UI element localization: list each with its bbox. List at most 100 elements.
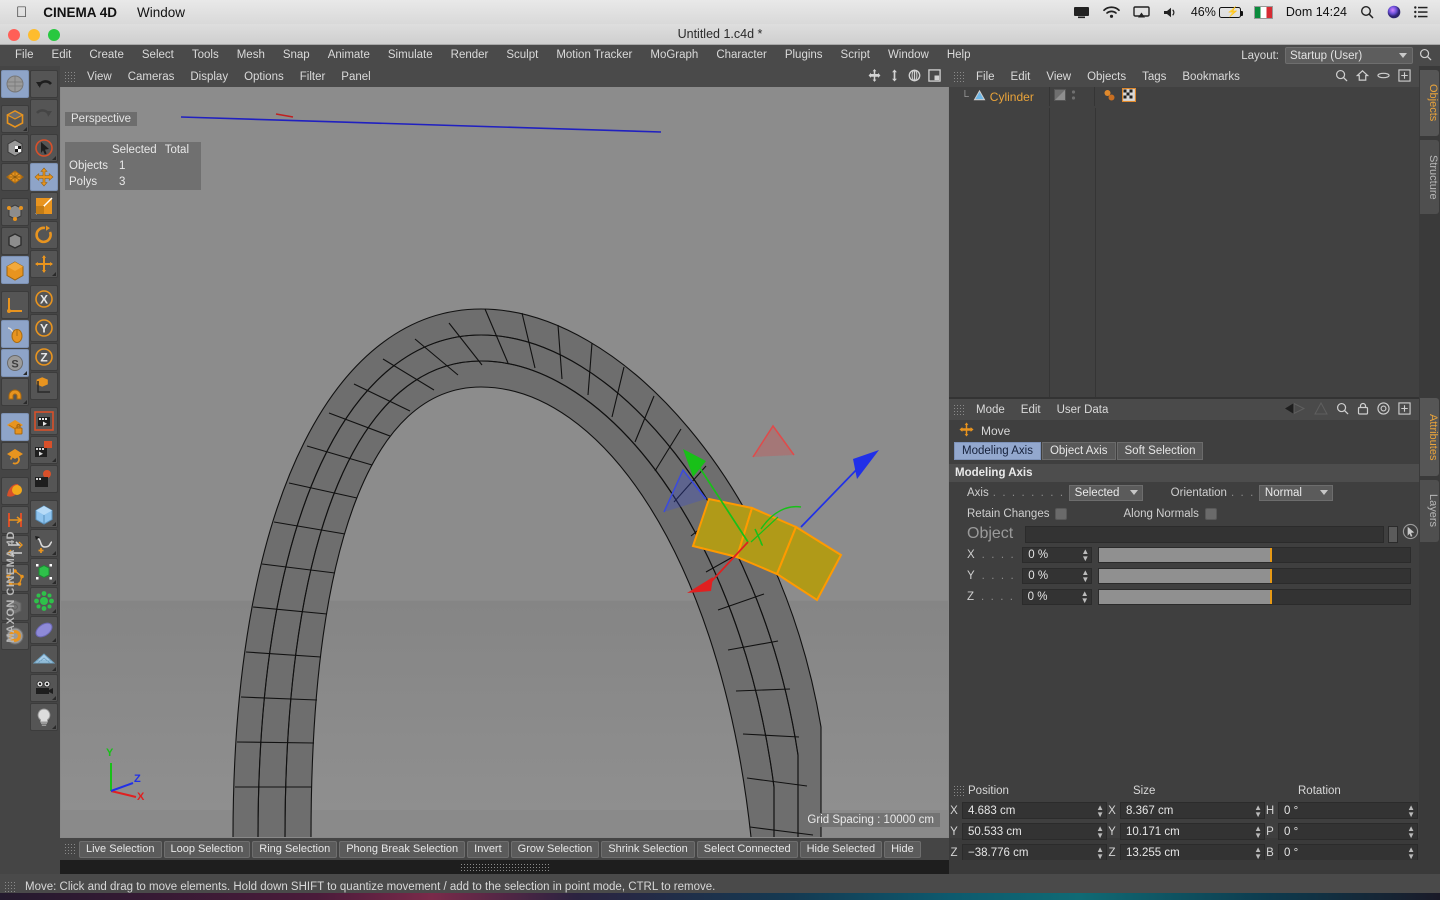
spinner-icon[interactable]: ▲ ▼ xyxy=(1407,824,1415,839)
menu-render[interactable]: Render xyxy=(442,45,498,66)
undo-redo-placeholder-icon[interactable] xyxy=(1,70,29,98)
panel-grip-icon[interactable] xyxy=(4,881,17,893)
invert-button[interactable]: Invert xyxy=(467,840,509,858)
search-icon[interactable] xyxy=(1419,48,1432,64)
objmgr-menu-objects[interactable]: Objects xyxy=(1079,71,1134,83)
airplay-icon[interactable] xyxy=(1133,5,1150,19)
slider-track-x[interactable] xyxy=(1098,546,1411,563)
panel-grip-icon[interactable] xyxy=(64,843,77,855)
menu-snap[interactable]: Snap xyxy=(274,45,319,66)
tab-modeling-axis[interactable]: Modeling Axis xyxy=(954,442,1041,460)
wifi-icon[interactable] xyxy=(1102,5,1120,19)
attr-menu-user-data[interactable]: User Data xyxy=(1049,404,1117,416)
phong-tag-icon[interactable] xyxy=(1103,88,1117,105)
panel-grip-icon[interactable] xyxy=(953,785,966,797)
spinner-icon[interactable]: ▲ ▼ xyxy=(1254,803,1262,818)
spinner-icon[interactable]: ▲ ▼ xyxy=(1081,568,1089,583)
position-z-field[interactable]: −38.776 cm ▲ ▼ xyxy=(962,844,1107,861)
menu-motion-tracker[interactable]: Motion Tracker xyxy=(547,45,641,66)
objmgr-menu-file[interactable]: File xyxy=(968,71,1003,83)
world-coordinates-icon[interactable] xyxy=(30,372,58,400)
live-selection-icon[interactable] xyxy=(30,134,58,162)
spline-tool-icon[interactable] xyxy=(30,529,58,557)
menu-help[interactable]: Help xyxy=(938,45,980,66)
spinner-icon[interactable]: ▲ ▼ xyxy=(1254,845,1262,860)
ring-selection-button[interactable]: Ring Selection xyxy=(252,840,338,858)
object-list[interactable]: └ Cylinder xyxy=(949,87,1419,397)
side-tab-objects[interactable]: Objects xyxy=(1420,70,1439,136)
move-tool-icon[interactable] xyxy=(30,163,58,191)
size-x-field[interactable]: 8.367 cm ▲ ▼ xyxy=(1120,802,1265,819)
object-tags[interactable] xyxy=(1095,87,1137,105)
lock-z-axis-icon[interactable]: Z xyxy=(30,343,58,371)
cube-primitive-icon[interactable] xyxy=(30,500,58,528)
maximize-view-icon[interactable] xyxy=(928,68,941,85)
close-button[interactable] xyxy=(8,29,20,41)
macos-menu-window[interactable]: Window xyxy=(137,5,185,20)
attr-menu-edit[interactable]: Edit xyxy=(1013,404,1049,416)
along-normals-checkbox[interactable] xyxy=(1204,507,1217,520)
spinner-icon[interactable]: ▲ ▼ xyxy=(1096,824,1104,839)
search-icon[interactable] xyxy=(1336,402,1349,418)
shrink-selection-button[interactable]: Shrink Selection xyxy=(601,840,695,858)
object-row-cylinder[interactable]: └ Cylinder xyxy=(949,87,1419,106)
slider-value-y-field[interactable]: 0 % ▲ ▼ xyxy=(1022,567,1093,584)
hide-selected-button[interactable]: Hide Selected xyxy=(799,840,883,858)
object-link-field[interactable] xyxy=(1025,525,1384,543)
layout-dropdown[interactable]: Startup (User) xyxy=(1285,47,1413,64)
objmgr-menu-tags[interactable]: Tags xyxy=(1134,71,1174,83)
live-selection-button[interactable]: Live Selection xyxy=(79,840,162,858)
home-icon[interactable] xyxy=(1355,69,1370,85)
viewport-menu-filter[interactable]: Filter xyxy=(292,71,334,83)
slider-track-y[interactable] xyxy=(1098,567,1411,584)
slider-value-x-field[interactable]: 0 % ▲ ▼ xyxy=(1022,546,1093,563)
selection-tag-icon[interactable] xyxy=(1121,87,1137,105)
material-sphere-icon[interactable] xyxy=(1,477,29,505)
field-object-icon[interactable] xyxy=(30,616,58,644)
object-axis-icon[interactable] xyxy=(1,291,29,319)
lock-icon[interactable] xyxy=(1357,402,1369,418)
display-toggle-icon[interactable] xyxy=(1054,89,1066,104)
siri-icon[interactable] xyxy=(1387,5,1401,19)
hide-button[interactable]: Hide xyxy=(884,840,921,858)
viewport-camera-label[interactable]: Perspective xyxy=(65,112,138,126)
expand-icon[interactable] xyxy=(1398,401,1411,418)
side-tab-attributes[interactable]: Attributes xyxy=(1420,398,1439,476)
select-connected-button[interactable]: Select Connected xyxy=(696,840,798,858)
redo-icon[interactable] xyxy=(30,99,58,127)
menu-tools[interactable]: Tools xyxy=(183,45,228,66)
camera-object-icon[interactable] xyxy=(30,674,58,702)
forward-arrow-icon[interactable] xyxy=(1314,401,1328,418)
menu-script[interactable]: Script xyxy=(832,45,879,66)
scrollbar-thumb[interactable] xyxy=(459,863,550,871)
object-name-cell[interactable]: └ Cylinder xyxy=(949,89,1049,105)
gizmo-axis-z[interactable] xyxy=(800,464,862,528)
notification-center-icon[interactable] xyxy=(1414,6,1428,18)
menu-simulate[interactable]: Simulate xyxy=(379,45,442,66)
model-mode-icon[interactable] xyxy=(1,256,29,284)
battery-status[interactable]: 46% ⚡ xyxy=(1191,5,1244,19)
viewport-canvas[interactable]: Perspective Selected Total Objects 1 Pol… xyxy=(61,87,948,837)
spinner-icon[interactable]: ▲ ▼ xyxy=(1081,547,1089,562)
menu-file[interactable]: File xyxy=(6,45,43,66)
render-queue-icon[interactable] xyxy=(30,465,58,493)
menu-clock[interactable]: Dom 14:24 xyxy=(1286,5,1347,19)
lock-y-axis-icon[interactable]: Y xyxy=(30,314,58,342)
display-icon[interactable] xyxy=(1073,6,1090,19)
side-tab-layers[interactable]: Layers xyxy=(1420,480,1439,542)
minimize-button[interactable] xyxy=(28,29,40,41)
search-icon[interactable] xyxy=(1335,69,1348,85)
viewport-solo-icon[interactable] xyxy=(1,320,29,348)
viewport-menu-panel[interactable]: Panel xyxy=(333,71,378,83)
rotate-view-icon[interactable] xyxy=(908,69,921,85)
size-z-field[interactable]: 13.255 cm ▲ ▼ xyxy=(1120,844,1265,861)
grow-selection-button[interactable]: Grow Selection xyxy=(510,840,600,858)
measure-tool-icon[interactable] xyxy=(1,506,29,534)
viewport-menu-view[interactable]: View xyxy=(79,71,120,83)
floor-object-icon[interactable] xyxy=(30,645,58,673)
render-settings-icon[interactable] xyxy=(30,436,58,464)
menu-mograph[interactable]: MoGraph xyxy=(641,45,707,66)
rotation-b-field[interactable]: 0 ° ▲ ▼ xyxy=(1278,844,1418,861)
menu-animate[interactable]: Animate xyxy=(319,45,379,66)
menu-edit[interactable]: Edit xyxy=(43,45,81,66)
